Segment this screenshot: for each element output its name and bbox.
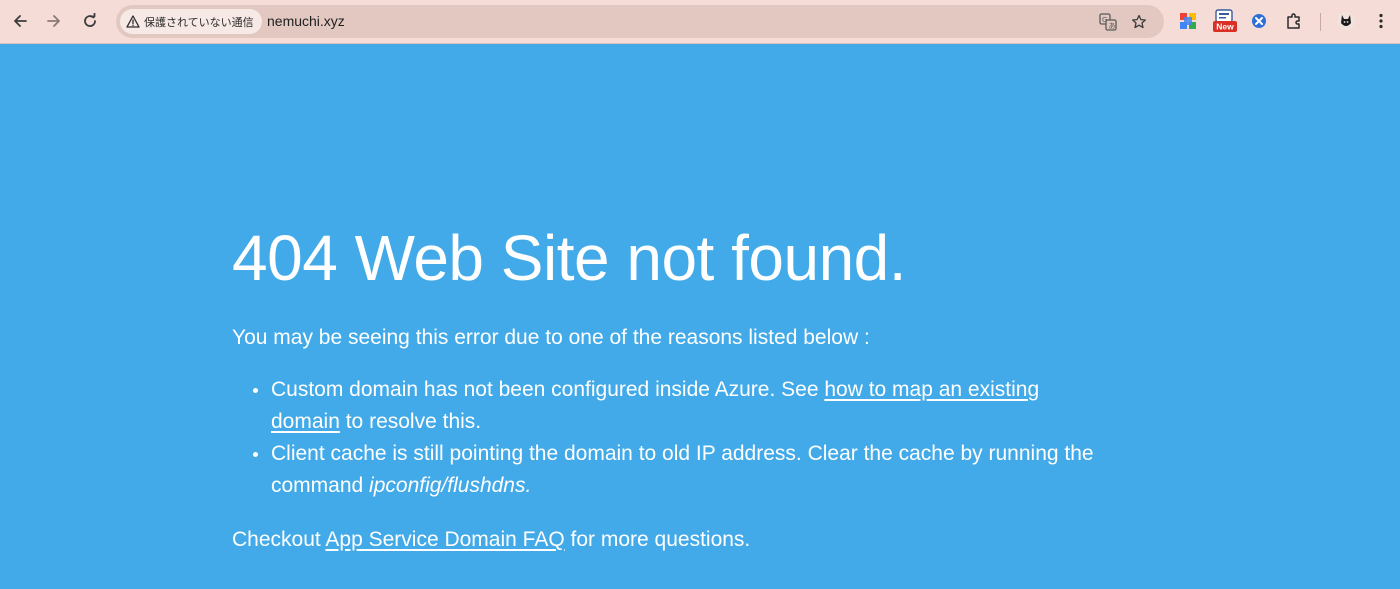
- list-item: Custom domain has not been configured in…: [253, 374, 1171, 438]
- warning-icon: [126, 15, 140, 28]
- star-icon: [1132, 14, 1146, 29]
- back-button[interactable]: [6, 7, 34, 35]
- menu-button[interactable]: [1370, 10, 1392, 32]
- blue-circle-extension-icon: [1252, 14, 1266, 28]
- url-text[interactable]: nemuchi.xyz: [267, 13, 345, 29]
- page-title: 404 Web Site not found.: [232, 222, 907, 294]
- error-page-content: 404 Web Site not found. You may be seein…: [232, 222, 1162, 556]
- bookmark-button[interactable]: [1128, 11, 1150, 33]
- toolbar-divider: [1320, 13, 1321, 31]
- checkout-text: Checkout App Service Domain FAQ for more…: [232, 524, 1162, 556]
- security-label: 保護されていない通信: [144, 16, 254, 29]
- kebab-menu-icon: [1379, 13, 1383, 29]
- svg-text:あ: あ: [1109, 22, 1116, 30]
- forward-button[interactable]: [40, 7, 68, 35]
- checkout-suffix: for more questions.: [564, 528, 751, 551]
- reload-button[interactable]: [76, 7, 104, 35]
- security-chip[interactable]: 保護されていない通信: [120, 9, 262, 34]
- puzzle-icon: [1287, 13, 1300, 29]
- google-tiles-icon: [1180, 13, 1196, 29]
- profile-button[interactable]: [1335, 10, 1357, 32]
- back-arrow-icon: [14, 15, 27, 27]
- news-extension-icon: New: [1213, 9, 1237, 32]
- extension-blue-icon[interactable]: [1248, 10, 1270, 32]
- forward-arrow-icon: [47, 15, 60, 27]
- reasons-list: Custom domain has not been configured in…: [253, 374, 1162, 502]
- map-domain-link[interactable]: how to map an existing: [824, 378, 1039, 401]
- flushdns-command: ipconfig/flushdns.: [369, 474, 532, 497]
- translate-button[interactable]: G あ: [1097, 11, 1119, 33]
- browser-toolbar: 保護されていない通信 nemuchi.xyz G あ New: [0, 0, 1400, 44]
- extension-new-icon[interactable]: New: [1212, 9, 1238, 32]
- reload-icon: [84, 13, 96, 27]
- translate-icon: G あ: [1099, 13, 1117, 31]
- new-badge-text: New: [1216, 22, 1234, 32]
- intro-text: You may be seeing this error due to one …: [232, 326, 870, 349]
- extension-google-icon[interactable]: [1177, 10, 1199, 32]
- list-item: Client cache is still pointing the domai…: [253, 438, 1171, 502]
- extensions-button[interactable]: [1283, 10, 1305, 32]
- profile-avatar-icon: [1337, 12, 1355, 30]
- checkout-prefix: Checkout: [232, 528, 326, 551]
- map-domain-link-continued[interactable]: domain: [271, 410, 340, 433]
- svg-text:G: G: [1102, 16, 1107, 24]
- reason-text: Custom domain has not been configured in…: [271, 378, 825, 401]
- reason-text: to resolve this.: [339, 410, 482, 433]
- faq-link[interactable]: App Service Domain FAQ: [325, 528, 564, 551]
- address-bar[interactable]: 保護されていない通信 nemuchi.xyz G あ: [116, 5, 1164, 38]
